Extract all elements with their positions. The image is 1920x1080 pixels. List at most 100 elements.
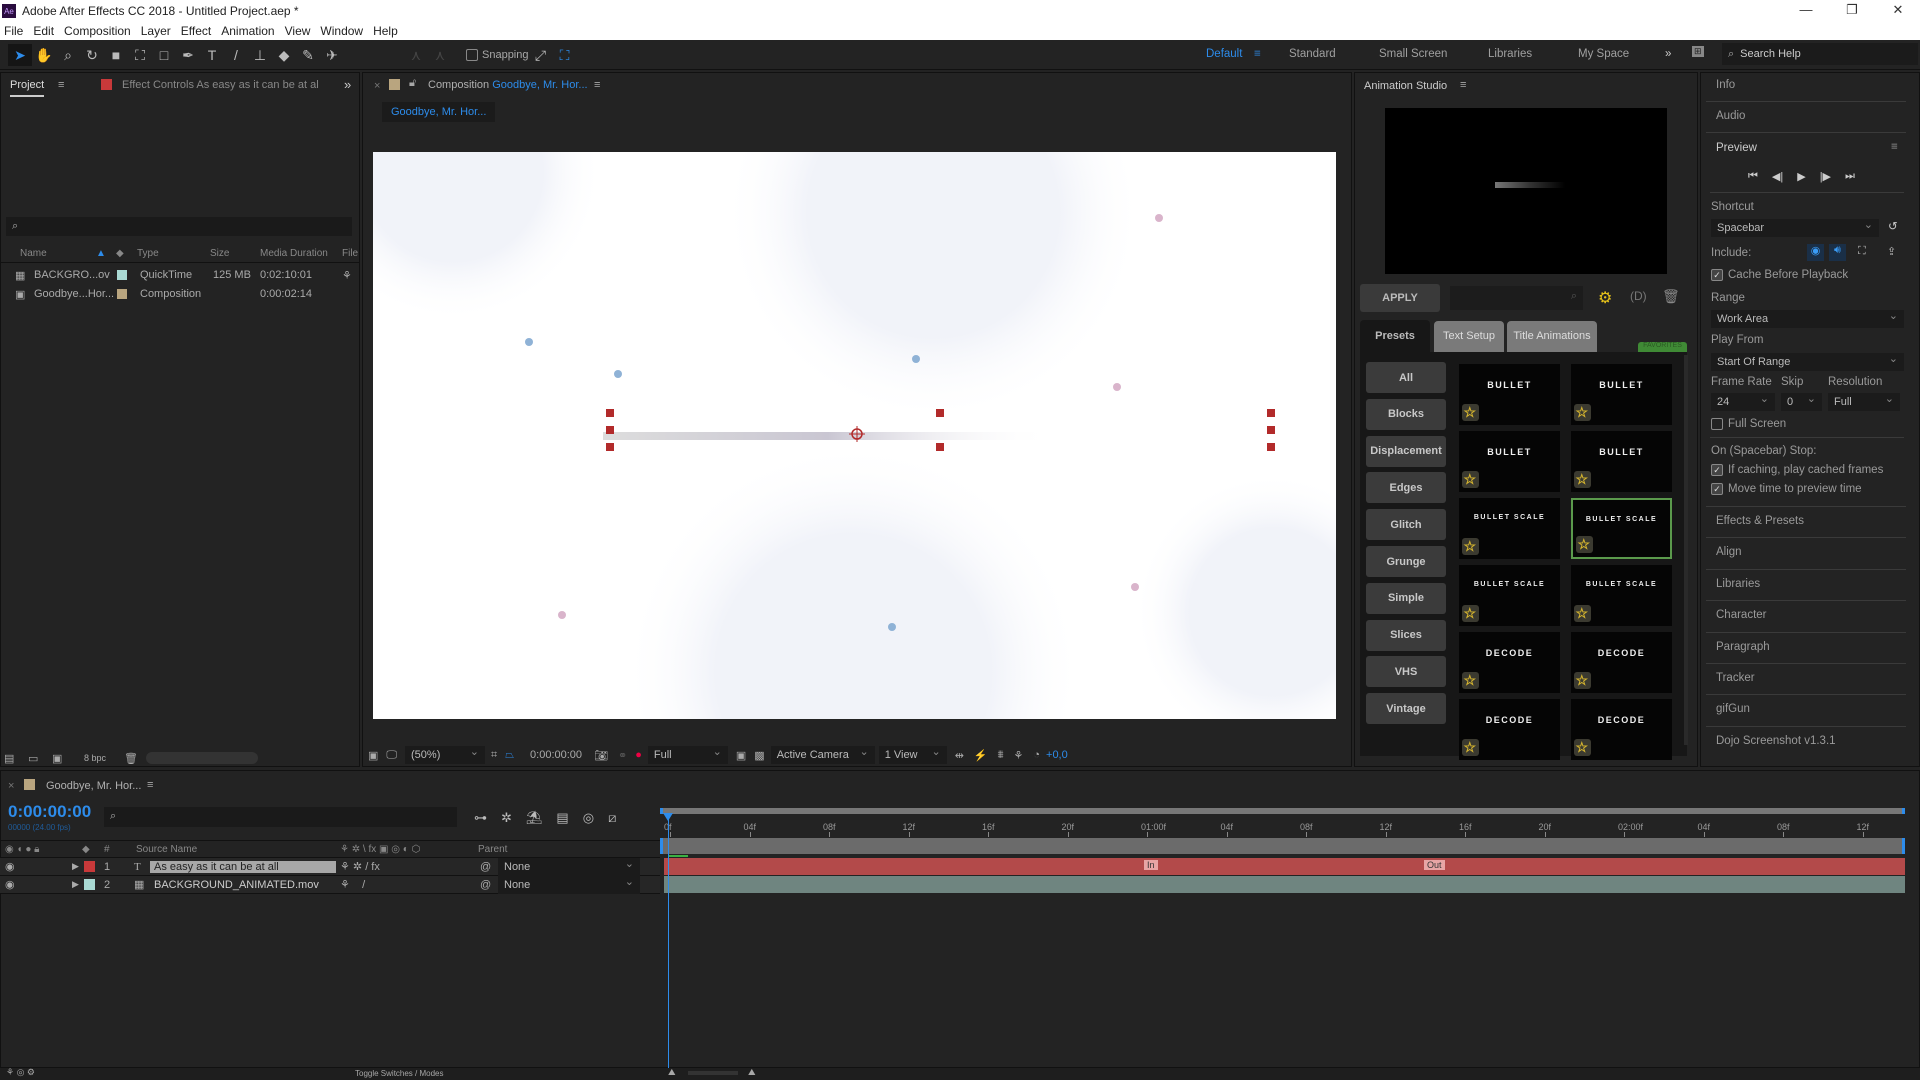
shortcut-dropdown[interactable]: Spacebar xyxy=(1711,216,1879,237)
settings-gear-icon[interactable]: ⚙ xyxy=(1598,288,1612,308)
close-tab-icon[interactable]: × xyxy=(374,80,380,92)
flowchart-icon[interactable]: ⚘ xyxy=(1013,749,1023,762)
preset-search-input[interactable]: ⌕ xyxy=(1450,286,1583,310)
next-frame-icon[interactable]: |▶ xyxy=(1820,170,1831,183)
sync-settings-icon[interactable]: ⊞ xyxy=(1692,46,1704,57)
toggle-switches-modes[interactable]: Toggle Switches / Modes xyxy=(355,1069,444,1078)
layer-2-bar[interactable] xyxy=(664,876,1905,893)
panel-header-paragraph[interactable]: Paragraph xyxy=(1716,641,1770,653)
favorite-star-icon[interactable]: ☆ xyxy=(1574,739,1591,756)
audio-panel-header[interactable]: Audio xyxy=(1716,110,1745,122)
preset-tile[interactable]: BULLET ☆ xyxy=(1571,431,1672,492)
pick-whip-icon[interactable]: @ xyxy=(480,879,491,891)
draft-3d-icon[interactable]: ✲ xyxy=(501,810,512,826)
parent-dropdown[interactable]: None xyxy=(498,855,640,876)
layer-label-color[interactable] xyxy=(84,861,95,872)
include-audio-icon[interactable]: 🔊︎ xyxy=(1829,244,1846,261)
favorite-star-icon[interactable]: ☆ xyxy=(1462,404,1479,421)
layer-search-input[interactable]: ⌕ xyxy=(104,807,457,827)
panel-overflow-icon[interactable]: » xyxy=(344,77,351,92)
project-item[interactable]: ▦ BACKGRO...ov QuickTime 125 MB 0:02:10:… xyxy=(0,266,360,284)
category-vhs[interactable]: VHS xyxy=(1366,656,1446,688)
type-tool-icon[interactable]: T xyxy=(200,44,224,66)
trash-icon[interactable]: 🗑 xyxy=(1662,288,1680,305)
play-cached-frames-checkbox[interactable]: ✓ xyxy=(1711,464,1723,476)
zoom-tool-icon[interactable]: ⌕ xyxy=(56,44,80,66)
favorite-star-icon[interactable]: ☆ xyxy=(1462,605,1479,622)
rectangle-tool-icon[interactable]: □ xyxy=(152,44,176,66)
visibility-eye-icon[interactable]: ◉ xyxy=(5,860,15,873)
frame-blending-icon[interactable]: ▤ xyxy=(556,810,568,826)
tab-project[interactable]: Project xyxy=(10,79,45,97)
favorite-star-icon[interactable]: ☆ xyxy=(1462,672,1479,689)
workspace-standard[interactable]: Standard xyxy=(1289,48,1336,60)
category-edges[interactable]: Edges xyxy=(1366,472,1446,504)
pixel-aspect-icon[interactable]: ⇹ xyxy=(955,749,964,762)
col-media-duration[interactable]: Media Duration xyxy=(260,248,328,259)
category-blocks[interactable]: Blocks xyxy=(1366,398,1446,430)
category-all[interactable]: All xyxy=(1366,362,1446,393)
resolution-dropdown[interactable]: Full xyxy=(647,743,728,764)
roto-brush-tool-icon[interactable]: ✎ xyxy=(296,44,320,66)
layer-switches-icons[interactable]: ⚘ ◎ ⚙ xyxy=(6,1067,35,1078)
interpret-footage-icon[interactable]: ▤ xyxy=(4,752,14,765)
tab-presets[interactable]: Presets xyxy=(1360,320,1430,352)
preset-tile[interactable]: BULLET SCALE ☆ xyxy=(1571,498,1672,559)
move-time-checkbox[interactable]: ✓ xyxy=(1711,483,1723,495)
previous-frame-icon[interactable]: ◀| xyxy=(1772,170,1783,183)
favorite-star-icon[interactable]: ☆ xyxy=(1574,672,1591,689)
new-composition-icon[interactable]: ▣ xyxy=(52,752,62,765)
preview-panel-header[interactable]: Preview xyxy=(1716,142,1757,154)
comp-navigator-tab[interactable]: Goodbye, Mr. Hor... xyxy=(382,102,496,122)
zoom-out-icon[interactable]: ⛰ xyxy=(668,1067,676,1078)
search-help-field[interactable]: ⌕ Search Help xyxy=(1722,43,1918,65)
info-panel-header[interactable]: Info xyxy=(1716,79,1735,91)
project-item[interactable]: ▣ Goodbye...Hor... Composition 0:00:02:1… xyxy=(0,285,360,303)
current-time[interactable]: 0:00:00:00 xyxy=(530,749,582,761)
presets-scrollbar[interactable] xyxy=(1684,355,1688,745)
col-type[interactable]: Type xyxy=(137,248,159,259)
category-glitch[interactable]: Glitch xyxy=(1366,509,1446,541)
preset-tile[interactable]: BULLET ☆ xyxy=(1459,364,1560,425)
favorite-star-icon[interactable]: ☆ xyxy=(1462,739,1479,756)
close-icon[interactable]: ✕ xyxy=(1876,0,1920,22)
snap-options-icon[interactable]: ⤢ xyxy=(529,44,553,66)
bit-depth[interactable]: 8 bpc xyxy=(84,753,106,763)
workspace-libraries[interactable]: Libraries xyxy=(1488,48,1532,60)
toggle-transparency-icon[interactable]: ▩ xyxy=(754,749,764,762)
motion-blur-icon[interactable]: ◎ xyxy=(583,810,594,826)
timeline-current-time[interactable]: 0:00:00:00 xyxy=(8,802,91,822)
new-folder-icon[interactable]: ▭ xyxy=(28,752,38,765)
workspace-my-space[interactable]: My Space xyxy=(1578,48,1629,60)
cache-before-playback-checkbox[interactable]: ✓ xyxy=(1711,269,1723,281)
out-marker[interactable]: Out xyxy=(1424,860,1445,870)
layer-label-color[interactable] xyxy=(84,879,95,890)
rotate-tool-icon[interactable]: ↻ xyxy=(80,44,104,66)
menu-help[interactable]: Help xyxy=(369,24,404,38)
preset-tile[interactable]: DECODE ☆ xyxy=(1459,699,1560,760)
layer-name[interactable]: BACKGROUND_ANIMATED.mov xyxy=(150,879,336,891)
visibility-eye-icon[interactable]: ◉ xyxy=(5,878,15,891)
menu-edit[interactable]: Edit xyxy=(29,24,60,38)
preset-tile[interactable]: DECODE ☆ xyxy=(1459,632,1560,693)
in-marker[interactable]: In xyxy=(1144,860,1158,870)
transparency-grid-icon[interactable]: ⏢ xyxy=(505,749,514,762)
fast-preview-icon[interactable]: ⚡ xyxy=(974,749,988,762)
layer-1-bar[interactable]: In Out xyxy=(664,858,1905,875)
category-displacement[interactable]: Displacement xyxy=(1366,435,1446,467)
composition-tab[interactable]: Composition Goodbye, Mr. Hor... xyxy=(428,79,588,91)
minimize-icon[interactable]: — xyxy=(1784,0,1828,22)
layer-row[interactable]: ◉ ▶ 1 T As easy as it can be at all ⚘ ✲ … xyxy=(0,855,660,876)
preset-tile[interactable]: BULLET ☆ xyxy=(1571,364,1672,425)
preset-tile[interactable]: DECODE ☆ xyxy=(1571,699,1672,760)
puppet-pin-tool-icon[interactable]: ✈ xyxy=(320,44,344,66)
timeline-menu-icon[interactable]: ≡ xyxy=(147,779,153,791)
favorite-star-icon[interactable]: ☆ xyxy=(1462,538,1479,555)
panel-header-effects-presets[interactable]: Effects & Presets xyxy=(1716,515,1804,527)
expand-arrow-icon[interactable]: ▶ xyxy=(72,861,79,872)
preset-tile[interactable]: BULLET ☆ xyxy=(1459,431,1560,492)
menu-composition[interactable]: Composition xyxy=(60,24,137,38)
time-navigator[interactable] xyxy=(660,808,1905,814)
skip-dropdown[interactable]: 0 xyxy=(1781,390,1822,411)
resolution-dropdown[interactable]: Full xyxy=(1828,390,1900,411)
